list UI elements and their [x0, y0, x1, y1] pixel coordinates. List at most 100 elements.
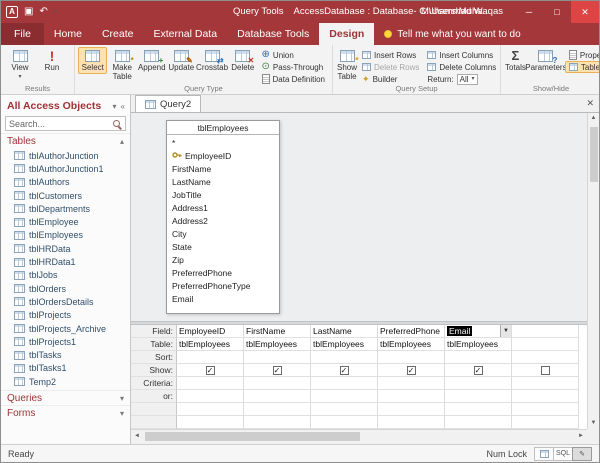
update-button[interactable]: ✎ Update [167, 47, 196, 74]
grid-criteria-col6[interactable] [512, 377, 579, 390]
nav-section-forms[interactable]: Forms ▾ [1, 405, 130, 420]
grid-extra2-col1[interactable] [177, 416, 244, 429]
grid-field-col4[interactable]: PreferredPhone [378, 325, 445, 338]
grid-criteria-col4[interactable] [378, 377, 445, 390]
grid-table-col6[interactable] [512, 338, 579, 351]
grid-field-col2[interactable]: FirstName [244, 325, 311, 338]
nav-item-tblOrdersDetails[interactable]: tblOrdersDetails [1, 295, 130, 308]
nav-item-tblEmployee[interactable]: tblEmployee [1, 215, 130, 228]
grid-field-col5[interactable]: Email▼ [445, 325, 512, 338]
document-close-icon[interactable]: ✕ [586, 98, 594, 109]
grid-criteria-col2[interactable] [244, 377, 311, 390]
grid-table-col3[interactable]: tblEmployees [311, 338, 378, 351]
grid-extra1-col4[interactable] [378, 403, 445, 416]
show-checkbox-col6[interactable] [541, 366, 550, 375]
table-field-PreferredPhone[interactable]: PreferredPhone [172, 267, 274, 280]
table-field-LastName[interactable]: LastName [172, 176, 274, 189]
datasheet-view-button[interactable] [534, 447, 554, 461]
totals-button[interactable]: Σ Totals [504, 47, 527, 74]
grid-extra2-col2[interactable] [244, 416, 311, 429]
crosstab-button[interactable]: ⇄ Crosstab [196, 47, 228, 74]
horizontal-scroll-thumb[interactable] [145, 432, 360, 441]
nav-section-queries[interactable]: Queries ▾ [1, 390, 130, 405]
delete-rows-button[interactable]: Delete Rows [358, 61, 423, 73]
grid-extra1-col6[interactable] [512, 403, 579, 416]
nav-section-tables[interactable]: Tables ▴ [1, 133, 130, 148]
grid-or-col3[interactable] [311, 390, 378, 403]
vertical-scroll-thumb[interactable] [590, 127, 598, 182]
minimize-button[interactable]: ─ [515, 1, 543, 23]
close-button[interactable]: ✕ [571, 1, 599, 23]
shutter-close-icon[interactable]: « [121, 102, 125, 111]
save-icon[interactable]: ▣ [24, 1, 33, 23]
table-field-State[interactable]: State [172, 241, 274, 254]
show-table-button[interactable]: * Show Table [336, 47, 358, 82]
tables-collapse-icon[interactable]: ▴ [120, 137, 124, 146]
grid-table-col2[interactable]: tblEmployees [244, 338, 311, 351]
nav-item-tblJobs[interactable]: tblJobs [1, 269, 130, 282]
grid-extra2-col5[interactable] [445, 416, 512, 429]
grid-or-col4[interactable] [378, 390, 445, 403]
insert-rows-button[interactable]: Insert Rows [358, 49, 423, 61]
delete-query-button[interactable]: ✕ Delete [228, 47, 257, 74]
tab-home[interactable]: Home [44, 23, 92, 45]
grid-or-col5[interactable] [445, 390, 512, 403]
property-sheet-button[interactable]: Property Sheet [565, 49, 600, 61]
grid-show-col1[interactable]: ✓ [177, 364, 244, 377]
return-combobox[interactable]: All ▾ [457, 74, 478, 85]
grid-table-col1[interactable]: tblEmployees [177, 338, 244, 351]
nav-item-tblCustomers[interactable]: tblCustomers [1, 189, 130, 202]
grid-extra1-col5[interactable] [445, 403, 512, 416]
nav-item-tblAuthors[interactable]: tblAuthors [1, 176, 130, 189]
search-input[interactable]: Search... [9, 119, 113, 129]
table-field-PreferredPhoneType[interactable]: PreferredPhoneType [172, 280, 274, 293]
field-dropdown-button[interactable]: ▼ [500, 325, 511, 337]
parameters-button[interactable]: ? Parameters [527, 47, 565, 74]
tab-file[interactable]: File [1, 23, 44, 45]
grid-extra2-col3[interactable] [311, 416, 378, 429]
table-names-button[interactable]: Table Names [565, 61, 600, 73]
grid-or-col6[interactable] [512, 390, 579, 403]
table-card-tblEmployees[interactable]: tblEmployees *EmployeeIDFirstNameLastNam… [166, 120, 280, 314]
append-button[interactable]: + Append [137, 47, 167, 74]
grid-sort-col2[interactable] [244, 351, 311, 364]
scroll-down-icon[interactable]: ▼ [588, 418, 599, 429]
nav-item-tblDepartments[interactable]: tblDepartments [1, 202, 130, 215]
table-field-EmployeeID[interactable]: EmployeeID [172, 150, 274, 163]
scroll-up-icon[interactable]: ▲ [588, 113, 599, 124]
grid-show-col2[interactable]: ✓ [244, 364, 311, 377]
tab-external-data[interactable]: External Data [143, 23, 227, 45]
nav-item-tblOrders[interactable]: tblOrders [1, 282, 130, 295]
show-checkbox-col5[interactable]: ✓ [474, 366, 483, 375]
nav-menu-chevron-icon[interactable]: ▾ [113, 102, 117, 111]
delete-columns-button[interactable]: Delete Columns [423, 61, 500, 73]
make-table-button[interactable]: * Make Table [107, 47, 136, 82]
qat-customize-icon[interactable]: ▾ [54, 10, 57, 15]
scroll-left-icon[interactable]: ◄ [131, 430, 143, 442]
show-checkbox-col4[interactable]: ✓ [407, 366, 416, 375]
nav-item-tblAuthorJunction[interactable]: tblAuthorJunction [1, 149, 130, 162]
table-field-Email[interactable]: Email [172, 293, 274, 306]
access-app-icon[interactable]: A [6, 6, 18, 18]
table-field-City[interactable]: City [172, 228, 274, 241]
queries-expand-icon[interactable]: ▾ [120, 394, 124, 403]
maximize-button[interactable]: □ [543, 1, 571, 23]
horizontal-scrollbar[interactable]: ◄ ► [131, 429, 587, 442]
table-field-Address2[interactable]: Address2 [172, 215, 274, 228]
nav-item-tblTasks1[interactable]: tblTasks1 [1, 362, 130, 375]
union-button[interactable]: ⊕ Union [258, 49, 329, 61]
vertical-scrollbar[interactable]: ▲ ▼ [587, 113, 599, 429]
show-checkbox-col2[interactable]: ✓ [273, 366, 282, 375]
select-query-button[interactable]: Select [78, 47, 107, 74]
nav-item-tblProjects1[interactable]: tblProjects1 [1, 335, 130, 348]
table-field-FirstName[interactable]: FirstName [172, 163, 274, 176]
grid-extra1-col2[interactable] [244, 403, 311, 416]
grid-extra1-col1[interactable] [177, 403, 244, 416]
grid-sort-col6[interactable] [512, 351, 579, 364]
grid-field-col1[interactable]: EmployeeID [177, 325, 244, 338]
grid-sort-col5[interactable] [445, 351, 512, 364]
sql-view-button[interactable]: SQL [553, 447, 573, 461]
grid-show-col3[interactable]: ✓ [311, 364, 378, 377]
tab-design[interactable]: Design [319, 23, 374, 45]
nav-item-tblEmployees[interactable]: tblEmployees [1, 229, 130, 242]
